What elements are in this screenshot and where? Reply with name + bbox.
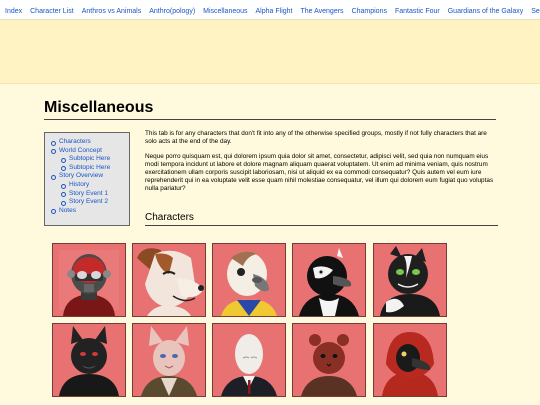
toc-link-world-concept[interactable]: World Concept [45,147,129,156]
toc-link-subtopic-2[interactable]: Subtopic Here [45,164,129,173]
character-card-suited-figure[interactable] [212,323,286,397]
characters-divider [145,225,498,226]
character-card-black-cat-figure[interactable] [52,323,126,397]
nav-link-character-list[interactable]: Character List [30,2,74,19]
nav-link-guardians-of-the-galaxy[interactable]: Guardians of the Galaxy [448,2,524,19]
toc-link-story-event-2[interactable]: Story Event 2 [45,198,129,207]
table-of-contents: Characters World Concept Subtopic Here S… [44,132,130,226]
nav-link-champions[interactable]: Champions [352,2,387,19]
body-paragraph: Neque porro quisquam est, qui dolorem ip… [145,153,494,192]
toc-link-story-event-1[interactable]: Story Event 1 [45,190,129,199]
top-navigation-bar: Index Character List Anthros vs Animals Ant… [0,0,540,20]
character-portrait-red-rodent-figure [293,324,365,396]
character-card-skunk-figure[interactable] [373,243,447,317]
character-portrait-hairless-cat-figure [133,324,205,396]
character-portrait-hooded-crow-figure [374,324,446,396]
nav-link-anthropology[interactable]: Anthro(pology) [149,2,195,19]
nav-link-sea[interactable]: Sea [531,2,540,19]
nav-link-anthros-vs-animals[interactable]: Anthros vs Animals [82,2,142,19]
nav-link-fantastic-four[interactable]: Fantastic Four [395,2,440,19]
page-title: Miscellaneous [44,99,154,116]
nav-link-the-avengers[interactable]: The Avengers [300,2,343,19]
intro-paragraph: This tab is for any characters that don'… [145,130,487,145]
character-card-red-rodent-figure[interactable] [292,323,366,397]
character-portrait-magpie-figure [293,244,365,316]
toc-link-subtopic-1[interactable]: Subtopic Here [45,155,129,164]
character-portrait-skunk-figure [374,244,446,316]
character-portrait-dog-figure [133,244,205,316]
header-banner [0,20,540,84]
nav-link-miscellaneous[interactable]: Miscellaneous [203,2,247,19]
character-card-dog-figure[interactable] [132,243,206,317]
character-portrait-black-cat-figure [53,324,125,396]
nav-link-index[interactable]: Index [5,2,22,19]
title-divider [44,119,496,120]
character-portrait-suited-figure [213,324,285,396]
toc-link-history[interactable]: History [45,181,129,190]
toc-link-story-overview[interactable]: Story Overview [45,172,129,181]
character-card-magpie-figure[interactable] [292,243,366,317]
character-card-hairless-cat-figure[interactable] [132,323,206,397]
nav-link-alpha-flight[interactable]: Alpha Flight [256,2,293,19]
toc-link-notes[interactable]: Notes [45,207,129,216]
character-card-bird-figure[interactable] [212,243,286,317]
character-portrait-bird-figure [213,244,285,316]
characters-heading: Characters [145,212,194,223]
character-card-hooded-crow-figure[interactable] [373,323,447,397]
character-card-helmet-figure[interactable] [52,243,126,317]
character-portrait-helmet-figure [53,244,125,316]
toc-link-characters[interactable]: Characters [45,138,129,147]
